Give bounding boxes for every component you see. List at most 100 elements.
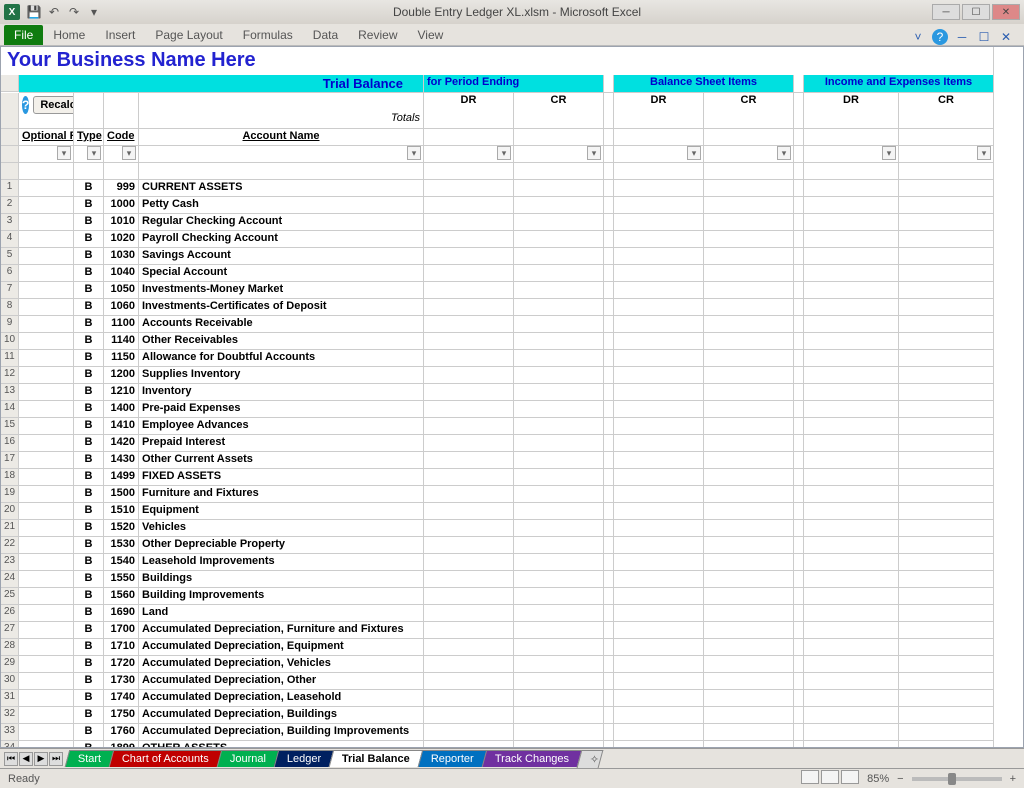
cell-type[interactable]: B [74, 503, 104, 520]
cell-type[interactable]: B [74, 316, 104, 333]
cell-value[interactable] [424, 724, 514, 741]
cell-value[interactable] [704, 197, 794, 214]
help-bubble-icon[interactable]: ? [22, 96, 29, 114]
cell-optional-ref[interactable] [19, 690, 74, 707]
cell-value[interactable] [804, 316, 899, 333]
cell-type[interactable]: B [74, 401, 104, 418]
cell-code[interactable]: 1140 [104, 333, 139, 350]
cell-value[interactable] [604, 265, 614, 282]
cell-account-name[interactable]: Savings Account [139, 248, 424, 265]
cell-value[interactable] [794, 469, 804, 486]
cell-type[interactable]: B [74, 265, 104, 282]
cell-value[interactable] [704, 333, 794, 350]
cell-value[interactable] [614, 656, 704, 673]
cell-value[interactable] [899, 486, 994, 503]
cell-value[interactable] [604, 707, 614, 724]
cell-value[interactable] [424, 554, 514, 571]
cell-value[interactable] [899, 741, 994, 748]
cell-value[interactable] [424, 452, 514, 469]
cell-value[interactable] [514, 265, 604, 282]
cell-value[interactable] [804, 333, 899, 350]
cell-value[interactable] [614, 690, 704, 707]
cell-value[interactable] [514, 452, 604, 469]
cell-account-name[interactable]: Equipment [139, 503, 424, 520]
cell-value[interactable] [794, 367, 804, 384]
cell-value[interactable] [704, 367, 794, 384]
cell-value[interactable] [704, 588, 794, 605]
cell-code[interactable]: 1030 [104, 248, 139, 265]
recalculate-button[interactable]: Recalculate Trial Balance [33, 96, 74, 114]
help-icon[interactable]: ? [932, 29, 948, 45]
cell-value[interactable] [794, 452, 804, 469]
cell-code[interactable]: 1520 [104, 520, 139, 537]
cell-value[interactable] [794, 656, 804, 673]
cell-value[interactable] [424, 299, 514, 316]
cell-code[interactable]: 1060 [104, 299, 139, 316]
cell-code[interactable]: 1899 [104, 741, 139, 748]
cell-value[interactable] [804, 571, 899, 588]
cell-value[interactable] [604, 299, 614, 316]
cell-optional-ref[interactable] [19, 367, 74, 384]
filter-dr-trial[interactable] [424, 146, 514, 163]
cell-value[interactable] [604, 367, 614, 384]
cell-value[interactable] [514, 231, 604, 248]
cell-optional-ref[interactable] [19, 622, 74, 639]
cell-value[interactable] [604, 214, 614, 231]
page-break-view-icon[interactable] [841, 770, 859, 784]
cell-value[interactable] [614, 248, 704, 265]
cell-value[interactable] [804, 520, 899, 537]
cell-value[interactable] [514, 622, 604, 639]
cell-optional-ref[interactable] [19, 180, 74, 197]
cell-value[interactable] [424, 180, 514, 197]
cell-optional-ref[interactable] [19, 401, 74, 418]
cell-value[interactable] [794, 554, 804, 571]
cell-optional-ref[interactable] [19, 214, 74, 231]
cell-value[interactable] [704, 537, 794, 554]
cell-value[interactable] [514, 282, 604, 299]
cell-value[interactable] [604, 673, 614, 690]
cell-value[interactable] [794, 265, 804, 282]
cell-type[interactable]: B [74, 367, 104, 384]
cell-value[interactable] [804, 622, 899, 639]
cell-value[interactable] [604, 469, 614, 486]
cell-value[interactable] [704, 690, 794, 707]
cell-type[interactable]: B [74, 571, 104, 588]
cell-account-name[interactable]: Accumulated Depreciation, Other [139, 673, 424, 690]
cell-value[interactable] [704, 452, 794, 469]
cell-value[interactable] [794, 520, 804, 537]
cell-value[interactable] [804, 588, 899, 605]
cell-value[interactable] [604, 231, 614, 248]
cell-value[interactable] [604, 384, 614, 401]
cell-type[interactable]: B [74, 639, 104, 656]
cell-value[interactable] [614, 469, 704, 486]
cell-value[interactable] [794, 690, 804, 707]
cell-value[interactable] [424, 605, 514, 622]
cell-value[interactable] [514, 384, 604, 401]
cell-account-name[interactable]: Furniture and Fixtures [139, 486, 424, 503]
cell-code[interactable]: 1720 [104, 656, 139, 673]
ribbon-tab-insert[interactable]: Insert [95, 25, 145, 45]
cell-type[interactable]: B [74, 673, 104, 690]
cell-value[interactable] [804, 605, 899, 622]
cell-value[interactable] [424, 622, 514, 639]
minimize-button[interactable]: ─ [932, 4, 960, 20]
cell-value[interactable] [604, 520, 614, 537]
cell-code[interactable]: 1410 [104, 418, 139, 435]
cell-code[interactable]: 1499 [104, 469, 139, 486]
cell-value[interactable] [614, 384, 704, 401]
cell-value[interactable] [514, 605, 604, 622]
cell-value[interactable] [794, 282, 804, 299]
cell-code[interactable]: 1560 [104, 588, 139, 605]
cell-value[interactable] [614, 299, 704, 316]
sheet-tab-ledger[interactable]: Ledger [274, 750, 335, 767]
cell-account-name[interactable]: Other Depreciable Property [139, 537, 424, 554]
cell-value[interactable] [614, 486, 704, 503]
cell-type[interactable]: B [74, 299, 104, 316]
cell-value[interactable] [704, 554, 794, 571]
zoom-out-icon[interactable]: − [897, 773, 903, 785]
cell-optional-ref[interactable] [19, 571, 74, 588]
cell-value[interactable] [804, 639, 899, 656]
cell-value[interactable] [704, 299, 794, 316]
cell-value[interactable] [704, 707, 794, 724]
new-sheet-icon[interactable]: ✧ [577, 750, 604, 768]
